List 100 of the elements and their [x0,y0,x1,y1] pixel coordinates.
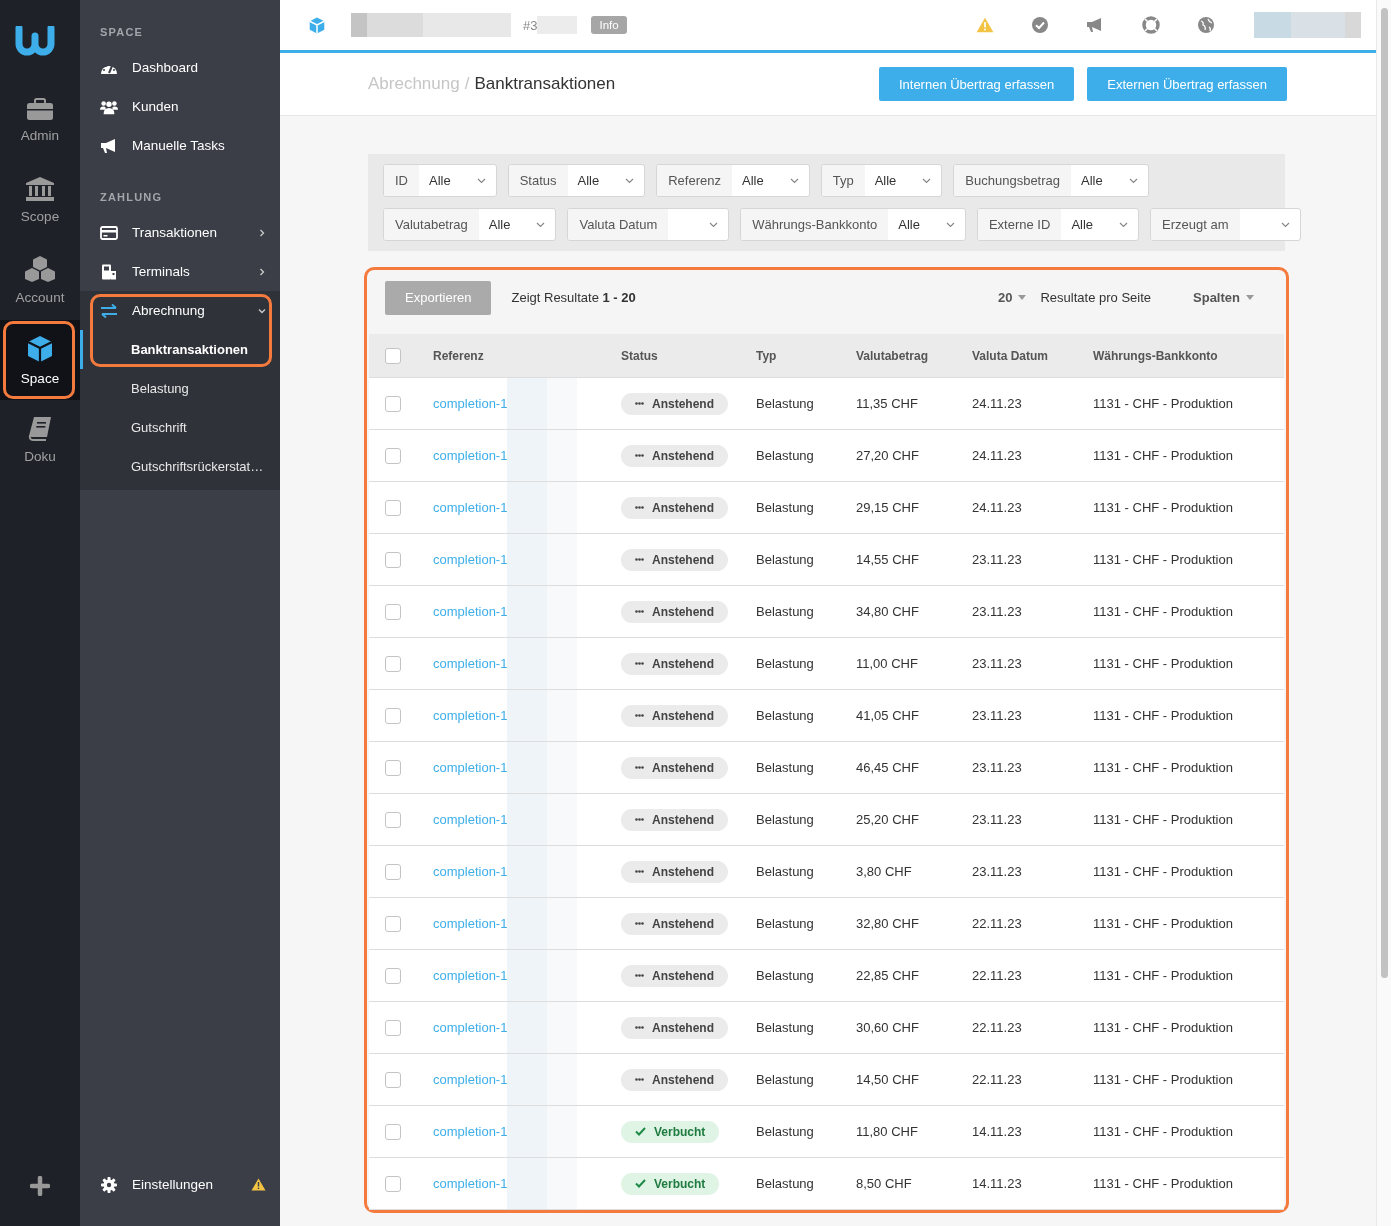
column-header[interactable]: Valuta Datum [972,348,1049,363]
cubes-icon [25,255,55,282]
redacted-block [507,950,578,1001]
column-header[interactable]: Währungs-Bankkonto [1093,348,1218,363]
table-cell-text: 14,55 CHF [856,552,920,567]
filter-label: Währungs-Bankkonto [741,209,889,240]
chevron-icon [945,221,955,228]
table-cell-text: 3,80 CHF [856,864,913,879]
row-checkbox[interactable] [385,499,401,516]
rail-item[interactable]: Admin [0,80,80,160]
column-header[interactable]: Referenz [433,348,484,363]
submenu-item[interactable]: Gutschriftsrückerstat… [80,447,280,486]
filter-dropdown[interactable]: Externe ID Alle [976,208,1140,241]
table-cell-text: 23.11.23 [972,864,1023,879]
submenu-item[interactable]: Banktransaktionen [80,330,280,369]
filter-label: Buchungsbetrag [954,165,1071,196]
redacted-block [507,638,578,689]
sidebar-item[interactable]: Terminals [80,252,280,291]
submenu-item[interactable]: Belastung [80,369,280,408]
redacted-block[interactable] [1254,12,1361,38]
filter-dropdown[interactable]: Buchungsbetrag Alle [953,164,1149,197]
table-cell-text: 1131 - CHF - Produktion [1093,1176,1234,1191]
filter-label: Externe ID [977,209,1062,240]
filter-dropdown[interactable]: ID Alle [383,164,497,197]
submenu-item[interactable]: Gutschrift [80,408,280,447]
chevron-icon [1119,221,1129,228]
status-badge: Anstehend [621,1068,728,1091]
caret-icon [1018,295,1027,300]
plus-icon[interactable] [30,1176,50,1196]
filter-dropdown[interactable]: Status Alle [507,164,646,197]
row-checkbox[interactable] [385,811,401,828]
table-cell-text: 1131 - CHF - Produktion [1093,500,1234,515]
column-header[interactable]: Status [621,348,658,363]
column-header[interactable]: Typ [756,348,777,363]
globe-icon[interactable] [1198,17,1214,33]
sidebar-item[interactable]: Dashboard [80,48,280,87]
row-checkbox[interactable] [385,551,401,568]
dots-icon [635,402,644,405]
row-checkbox[interactable] [385,603,401,620]
filter-label: Valutabetrag [384,209,479,240]
filter-dropdown[interactable]: Typ Alle [820,164,943,197]
table-cell-text: 41,05 CHF [856,708,920,723]
filter-dropdown[interactable]: Erzeugt am [1150,208,1301,241]
select-all-checkbox[interactable] [385,347,401,364]
row-checkbox[interactable] [385,1123,401,1140]
dots-icon [635,1078,644,1081]
columns-dropdown[interactable]: Spalten [1193,290,1254,305]
sidebar-item[interactable]: Transaktionen [80,213,280,252]
table-cell-text: Belastung [756,708,815,723]
table-cell-text: Belastung [756,500,815,515]
results-count: Zeigt Resultate 1 - 20 [511,290,636,305]
redacted-block [507,846,578,897]
rail-item[interactable]: Space [0,320,80,400]
row-checkbox[interactable] [385,1019,401,1036]
dots-icon [635,922,644,925]
row-checkbox[interactable] [385,655,401,672]
dots-icon [635,974,644,977]
cube-icon[interactable] [309,16,325,34]
check-circle-icon[interactable] [1032,17,1048,33]
chevron-icon [536,221,546,228]
sidebar-item[interactable]: Manuelle Tasks [80,126,280,165]
scrollbar-thumb[interactable] [1380,8,1388,978]
row-checkbox[interactable] [385,967,401,984]
status-badge: Anstehend [621,1016,728,1039]
row-checkbox[interactable] [385,759,401,776]
warning-icon[interactable] [976,17,994,33]
rail-item[interactable]: Doku [0,400,80,480]
column-header[interactable]: Valutabetrag [856,348,929,363]
row-checkbox[interactable] [385,447,401,464]
table-cell-text: Belastung [756,552,815,567]
row-checkbox[interactable] [385,707,401,724]
row-checkbox[interactable] [385,1071,401,1088]
status-badge: Anstehend [621,600,728,623]
sidebar-item[interactable]: Kunden [80,87,280,126]
space-id: #3 [523,17,538,33]
sidebar-item[interactable]: Abrechnung [80,291,280,330]
table-cell-text: 14.11.23 [972,1124,1023,1139]
row-checkbox[interactable] [385,915,401,932]
row-checkbox[interactable] [385,1175,401,1192]
table-cell-text: Belastung [756,604,815,619]
filter-dropdown[interactable]: Valuta Datum [567,208,730,241]
filter-dropdown[interactable]: Referenz Alle [656,164,810,197]
rail-item[interactable]: Scope [0,160,80,240]
filter-dropdown[interactable]: Währungs-Bankkonto Alle [740,208,966,241]
table-cell-text: Belastung [756,864,815,879]
table-cell-text: 1131 - CHF - Produktion [1093,552,1234,567]
settings-item[interactable]: Einstellungen [80,1165,280,1204]
row-checkbox[interactable] [385,863,401,880]
check-icon [635,1179,646,1188]
table-cell-text: Belastung [756,656,815,671]
megaphone-icon[interactable] [1086,17,1104,33]
transfer-icon [100,303,118,318]
rail-item[interactable]: Account [0,240,80,320]
dots-icon [635,506,644,509]
row-checkbox[interactable] [385,395,401,412]
lifebuoy-icon[interactable] [1142,16,1160,34]
table-cell-text: Belastung [756,916,815,931]
filter-label: Valuta Datum [568,209,669,240]
filter-dropdown[interactable]: Valutabetrag Alle [383,208,557,241]
page-size-dropdown[interactable]: 20 [998,290,1027,305]
